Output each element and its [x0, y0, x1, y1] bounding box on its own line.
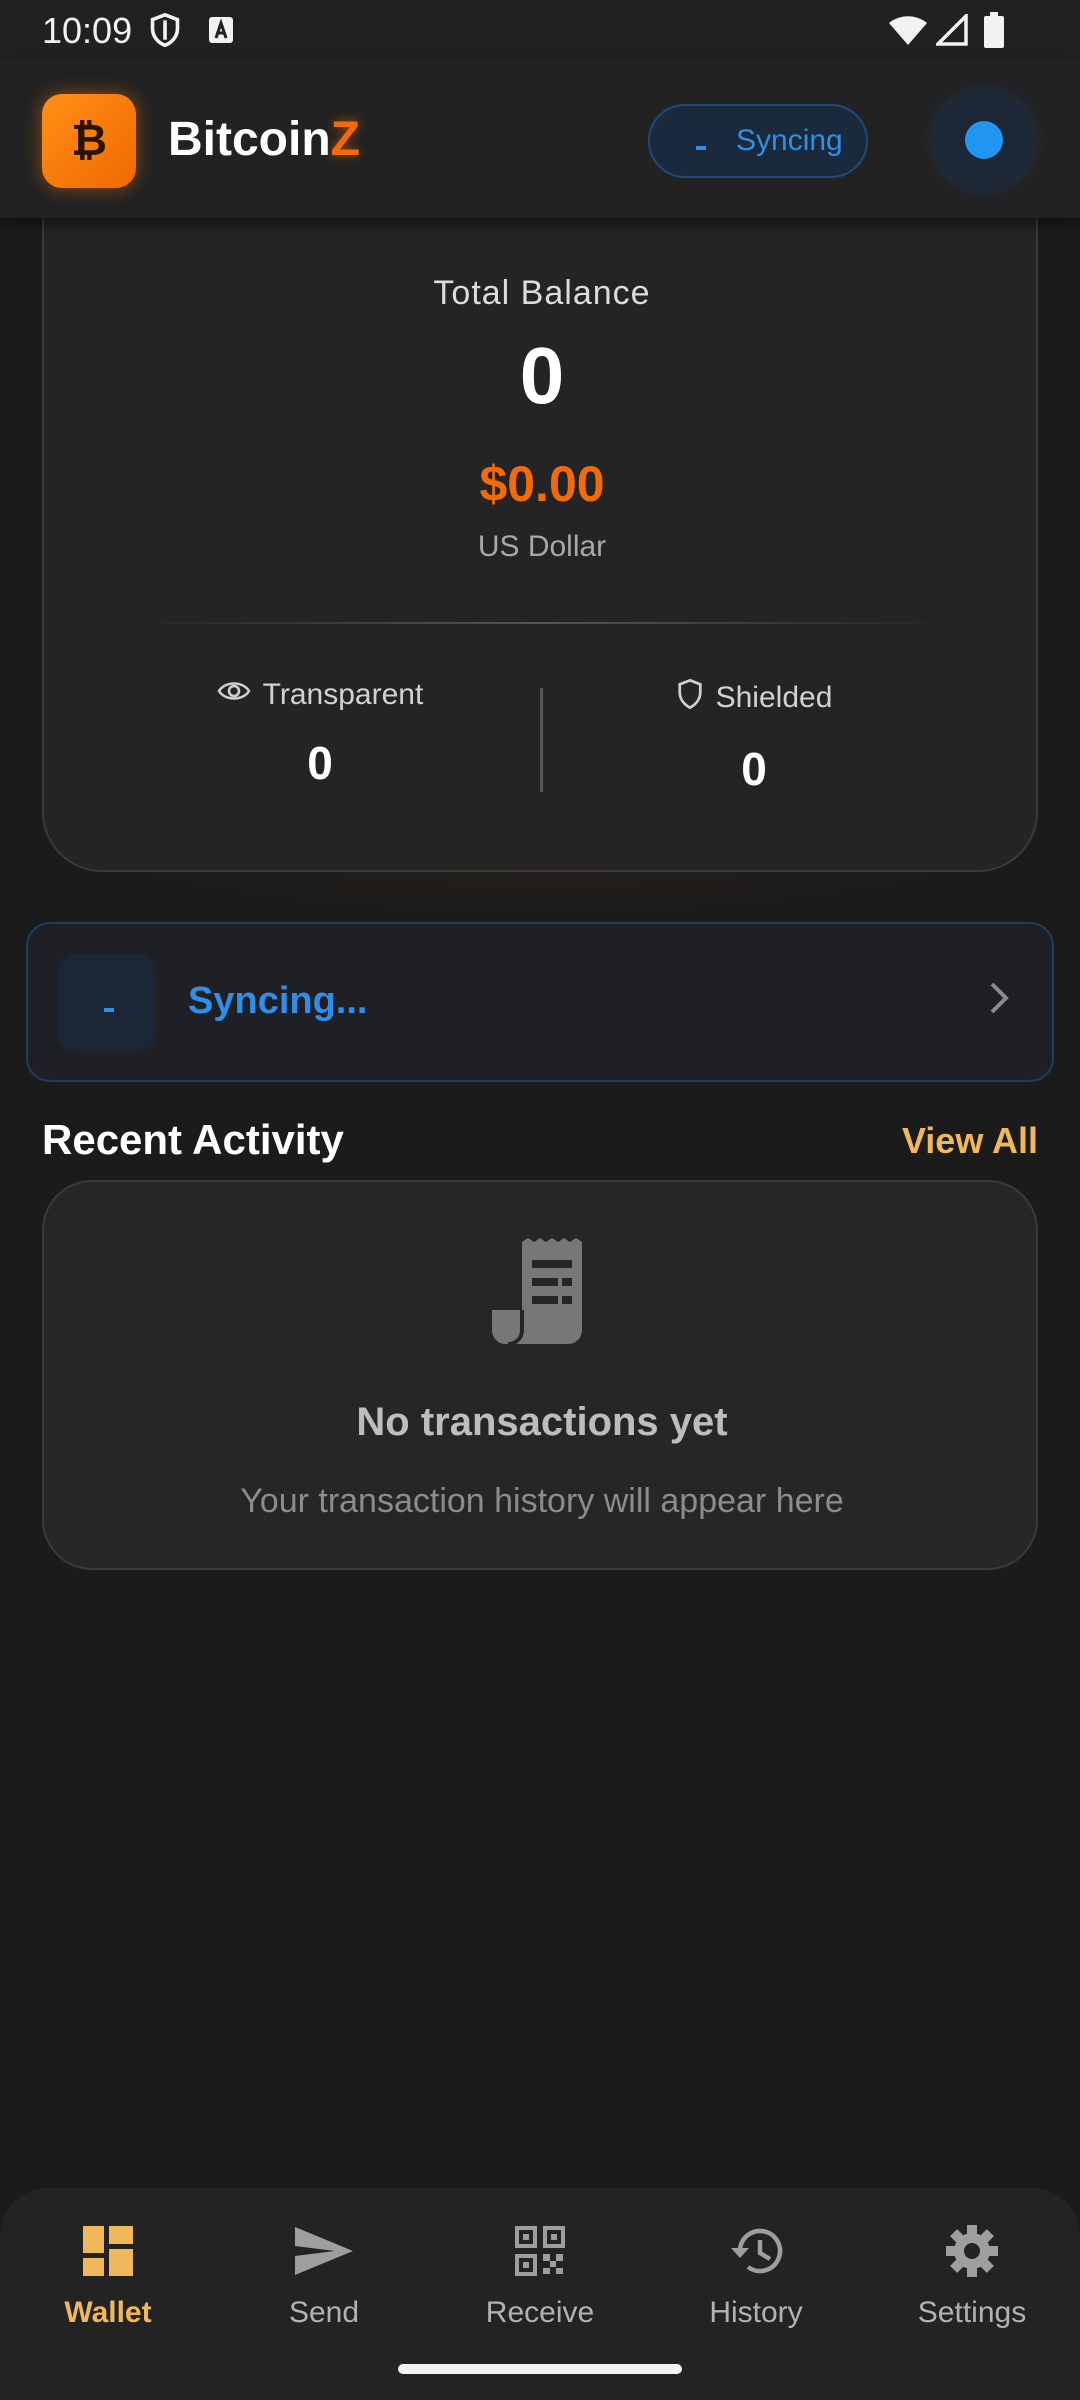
- connection-status-button[interactable]: [934, 90, 1034, 190]
- balance-card: Total Balance 0 $0.00 US Dollar Transpar…: [42, 180, 1038, 872]
- nav-label: Send: [288, 2296, 360, 2329]
- shield-icon: [676, 678, 704, 718]
- sync-progress-text: Syncing...: [188, 980, 368, 1022]
- status-bar: 10:09: [0, 0, 1080, 60]
- wifi-icon: [888, 14, 928, 51]
- chevron-right-icon: [986, 978, 1012, 1023]
- transparent-value: 0: [307, 737, 333, 789]
- sync-spinner-icon: [696, 146, 706, 150]
- nav-wallet[interactable]: Wallet: [0, 2214, 216, 2330]
- shield-status-icon: [148, 12, 182, 53]
- recent-activity-title: Recent Activity: [42, 1116, 344, 1163]
- battery-icon: [984, 12, 1004, 53]
- nav-send[interactable]: Send: [216, 2214, 432, 2330]
- transparent-balance: Transparent 0: [110, 678, 530, 790]
- fiat-amount: $0.00: [479, 456, 605, 512]
- send-icon: [216, 2214, 432, 2288]
- home-indicator[interactable]: [398, 2364, 682, 2374]
- shielded-label: Shielded: [715, 681, 833, 714]
- sync-status-pill[interactable]: Syncing: [648, 104, 868, 178]
- notification-a-icon: [208, 16, 234, 49]
- nav-label: Settings: [917, 2296, 1027, 2329]
- shielded-value: 0: [741, 743, 767, 795]
- view-all-link[interactable]: View All: [902, 1120, 1038, 1162]
- cellular-signal-icon: [933, 11, 968, 51]
- eye-icon: [217, 678, 251, 712]
- receipt-icon: [492, 1238, 592, 1349]
- sync-progress-banner[interactable]: Syncing...: [26, 922, 1054, 1082]
- fiat-currency: US Dollar: [477, 530, 607, 563]
- empty-state-subtitle: Your transaction history will appear her…: [240, 1482, 844, 1520]
- gear-icon: [864, 2214, 1080, 2288]
- balance-title: Total Balance: [433, 274, 651, 312]
- nav-label: Receive: [485, 2296, 595, 2329]
- connection-dot-icon: [965, 121, 1003, 159]
- shielded-balance: Shielded 0: [544, 678, 964, 796]
- status-time: 10:09: [42, 10, 133, 51]
- qr-code-icon: [432, 2214, 648, 2288]
- balance-divider: [134, 622, 950, 624]
- history-icon: [648, 2214, 864, 2288]
- nav-label: Wallet: [64, 2296, 152, 2329]
- balance-vertical-divider: [540, 688, 543, 792]
- brand-name: BitcoinZ: [168, 113, 360, 166]
- bitcoinz-logo: ₿: [42, 94, 136, 188]
- balance-amount: 0: [519, 331, 565, 420]
- empty-transactions-card: No transactions yet Your transaction his…: [42, 1180, 1038, 1570]
- nav-receive[interactable]: Receive: [432, 2214, 648, 2330]
- nav-history[interactable]: History: [648, 2214, 864, 2330]
- sync-status-label: Syncing: [736, 124, 843, 157]
- empty-state-title: No transactions yet: [356, 1400, 728, 1444]
- app-header: ₿ BitcoinZ Syncing: [0, 60, 1080, 218]
- dashboard-icon: [0, 2214, 216, 2288]
- sync-progress-icon: [58, 954, 156, 1052]
- nav-settings[interactable]: Settings: [864, 2214, 1080, 2330]
- transparent-label: Transparent: [262, 678, 424, 711]
- nav-label: History: [709, 2296, 803, 2329]
